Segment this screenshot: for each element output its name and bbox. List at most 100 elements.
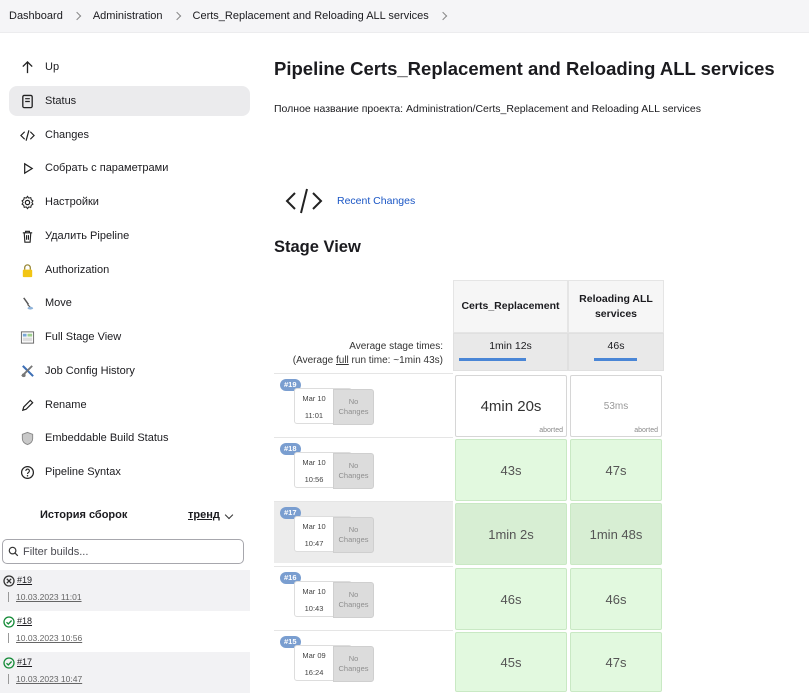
run-row-header[interactable]: #16 Mar 10 10:43 No Changes xyxy=(274,566,453,628)
sidebar-item-delete-pipeline[interactable]: Удалить Pipeline xyxy=(9,221,250,251)
code-icon xyxy=(9,128,45,143)
average-stage-time: 1min 12s xyxy=(453,333,568,371)
success-icon xyxy=(3,657,15,671)
stage-duration: 1min 2s xyxy=(488,526,534,542)
stage-header-label: Certs_Replacement xyxy=(461,300,560,312)
gear-icon xyxy=(9,195,45,210)
sidebar-item-label: Up xyxy=(45,61,60,73)
no-changes-box: No Changes xyxy=(333,646,374,682)
build-date-link[interactable]: 10.03.2023 10:56 xyxy=(16,633,82,643)
stage-view-icon xyxy=(9,330,45,345)
no-changes-box: No Changes xyxy=(333,582,374,618)
run-row-header[interactable]: #19 Mar 10 11:01 No Changes xyxy=(274,373,453,435)
stage-cell[interactable]: 1min 2s xyxy=(455,503,567,565)
stage-duration: 46s xyxy=(605,591,627,607)
no-changes-box: No Changes xyxy=(333,453,374,489)
sidebar-item-move[interactable]: Move xyxy=(9,288,250,318)
average-stage-time-value: 46s xyxy=(607,340,625,352)
run-date-box: Mar 10 10:43 No Changes xyxy=(294,581,374,618)
stage-duration: 1min 48s xyxy=(589,526,643,542)
breadcrumb-job[interactable]: Certs_Replacement and Reloading ALL serv… xyxy=(193,10,429,22)
run-date: Mar 10 xyxy=(302,458,326,467)
stage-cell[interactable]: 47s xyxy=(570,439,662,501)
avg-run-prefix: (Average xyxy=(292,355,336,366)
lock-icon xyxy=(9,263,45,278)
run-row-header[interactable]: #15 Mar 09 16:24 No Changes xyxy=(274,630,453,692)
stage-cell[interactable]: 1min 48s xyxy=(570,503,662,565)
project-full-name: Полное название проекта: Administration/… xyxy=(274,103,701,115)
stage-cell[interactable]: 46s xyxy=(570,568,662,630)
sidebar-item-label: Embeddable Build Status xyxy=(45,432,169,444)
run-row-header[interactable]: #17 Mar 10 10:47 No Changes xyxy=(274,501,453,563)
build-number-link[interactable]: #18 xyxy=(17,616,32,626)
run-time: 10:56 xyxy=(304,475,324,484)
stage-duration: 43s xyxy=(500,462,522,478)
breadcrumb-administration[interactable]: Administration xyxy=(93,10,163,22)
stage-cell[interactable]: 53ms aborted xyxy=(570,375,662,437)
build-date-link[interactable]: 10.03.2023 10:47 xyxy=(16,674,82,684)
build-history-header: История сборок тренд xyxy=(0,502,250,532)
sidebar-item-build-with-params[interactable]: Собрать с параметрами xyxy=(9,153,250,183)
average-stage-time-value: 1min 12s xyxy=(489,340,532,352)
filter-builds-field[interactable]: Filter builds... xyxy=(2,539,244,564)
build-history-row[interactable]: #18 10.03.2023 10:56 xyxy=(0,611,250,652)
chevron-right-icon xyxy=(72,11,82,21)
sidebar-item-label: Pipeline Syntax xyxy=(45,466,121,478)
shield-icon xyxy=(9,431,45,446)
trend-link[interactable]: тренд xyxy=(188,509,220,521)
sidebar-item-settings[interactable]: Настройки xyxy=(9,187,250,217)
aborted-icon xyxy=(3,575,15,589)
run-date: Mar 10 xyxy=(302,394,326,403)
sidebar-item-status[interactable]: Status xyxy=(9,86,250,116)
build-history-row[interactable]: #19 10.03.2023 11:01 xyxy=(0,570,250,611)
sidebar-item-job-config-history[interactable]: Job Config History xyxy=(9,356,250,386)
stage-cell[interactable]: 46s xyxy=(455,568,567,630)
build-number-link[interactable]: #19 xyxy=(17,575,32,585)
sidebar-item-label: Status xyxy=(45,95,77,107)
run-date-box: Mar 10 11:01 No Changes xyxy=(294,388,374,425)
stage-header: Certs_Replacement xyxy=(453,280,568,333)
run-time: 11:01 xyxy=(304,411,324,420)
build-history-row[interactable]: #17 10.03.2023 10:47 xyxy=(0,652,250,693)
sidebar-item-label: Удалить Pipeline xyxy=(45,230,130,242)
stage-cell[interactable]: 43s xyxy=(455,439,567,501)
divider xyxy=(8,674,9,684)
stage-duration: 53ms xyxy=(603,400,629,412)
build-date-link[interactable]: 10.03.2023 11:01 xyxy=(16,592,82,602)
code-icon xyxy=(285,186,323,221)
sidebar-item-pipeline-syntax[interactable]: Pipeline Syntax xyxy=(9,457,250,487)
sidebar-item-up[interactable]: Up xyxy=(9,52,250,82)
stage-cell[interactable]: 4min 20s aborted xyxy=(455,375,567,437)
average-stage-progress-bar xyxy=(459,358,526,361)
recent-changes-link[interactable]: Recent Changes xyxy=(337,195,415,207)
run-row-header[interactable]: #18 Mar 10 10:56 No Changes xyxy=(274,437,453,499)
stage-duration: 47s xyxy=(605,654,627,670)
sidebar-item-label: Full Stage View xyxy=(45,331,122,343)
run-date-box: Mar 10 10:56 No Changes xyxy=(294,452,374,489)
sidebar-item-full-stage-view[interactable]: Full Stage View xyxy=(9,322,250,352)
sidebar-item-label: Настройки xyxy=(45,196,99,208)
run-date: Mar 09 xyxy=(302,651,326,660)
run-date: Mar 10 xyxy=(302,522,326,531)
stage-cell[interactable]: 45s xyxy=(455,632,567,692)
run-date-box: Mar 10 10:47 No Changes xyxy=(294,516,374,553)
sidebar-item-authorization[interactable]: Authorization xyxy=(9,255,250,285)
sidebar-item-embeddable-build-status[interactable]: Embeddable Build Status xyxy=(9,423,250,453)
run-time: 10:47 xyxy=(304,539,324,548)
stage-cell[interactable]: 47s xyxy=(570,632,662,692)
breadcrumb-dashboard[interactable]: Dashboard xyxy=(9,10,63,22)
stage-duration: 47s xyxy=(605,462,627,478)
stage-view-title: Stage View xyxy=(274,238,361,256)
run-time: 16:24 xyxy=(304,668,324,677)
build-number-link[interactable]: #17 xyxy=(17,657,32,667)
pencil-icon xyxy=(9,398,45,413)
no-changes-box: No Changes xyxy=(333,517,374,553)
chevron-right-icon[interactable] xyxy=(438,11,448,21)
full-run-link[interactable]: full xyxy=(336,355,349,366)
sidebar-item-changes[interactable]: Changes xyxy=(9,120,250,150)
divider xyxy=(8,592,9,602)
sidebar-item-label: Move xyxy=(45,297,72,309)
average-run-time-text: (Average full run time: ~1min 43s) xyxy=(274,354,443,368)
sidebar-item-rename[interactable]: Rename xyxy=(9,390,250,420)
chevron-down-icon[interactable] xyxy=(224,510,234,520)
